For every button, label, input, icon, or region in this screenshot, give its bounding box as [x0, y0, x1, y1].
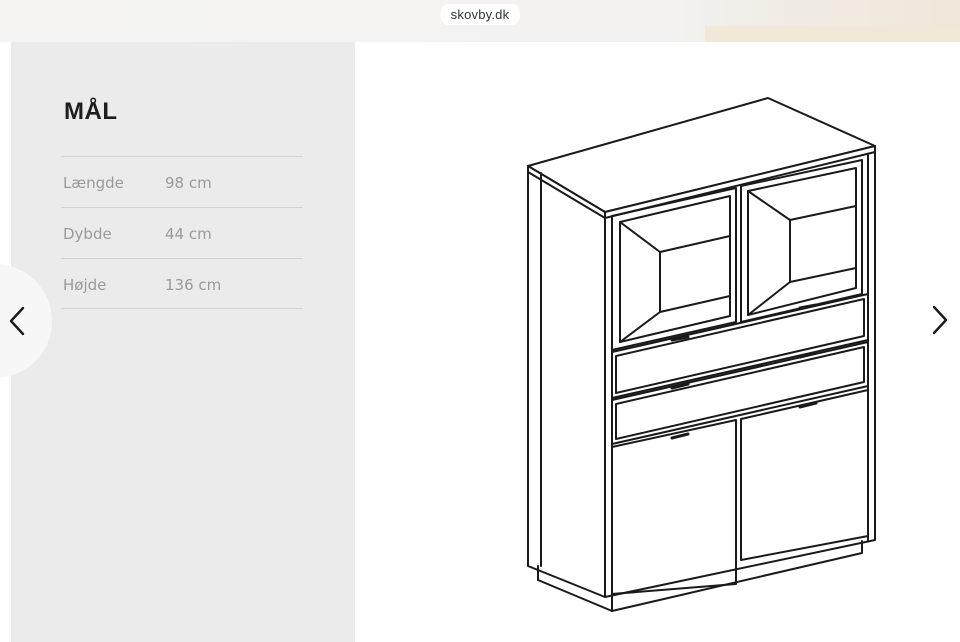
chevron-right-icon: [932, 305, 948, 335]
spec-value: 44 cm: [165, 225, 212, 243]
spec-value: 98 cm: [165, 174, 212, 192]
top-bar-accent: [705, 26, 960, 42]
chevron-left-icon: [9, 306, 25, 336]
browser-top-bar: skovby.dk: [0, 0, 960, 42]
spec-row-depth: Dybde 44 cm: [61, 207, 303, 258]
dimensions-panel: MÅL Længde 98 cm Dybde 44 cm Højde 136 c…: [11, 42, 355, 642]
next-slide-button[interactable]: [922, 300, 958, 340]
spec-label: Længde: [63, 174, 124, 192]
spec-row-height: Højde 136 cm: [61, 258, 303, 309]
spec-value: 136 cm: [165, 276, 222, 294]
cabinet-line-drawing: [527, 97, 876, 612]
spec-row-length: Længde 98 cm: [61, 156, 303, 207]
spec-label: Dybde: [63, 225, 112, 243]
spec-label: Højde: [63, 276, 107, 294]
dimensions-title: MÅL: [64, 98, 118, 125]
dimensions-table: Længde 98 cm Dybde 44 cm Højde 136 cm: [61, 156, 303, 309]
url-bar[interactable]: skovby.dk: [440, 4, 520, 25]
